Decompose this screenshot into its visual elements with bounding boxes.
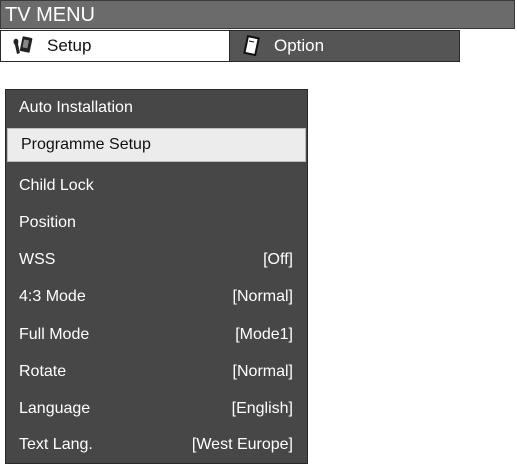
menu-item-full-mode[interactable]: Full Mode [Mode1]	[6, 318, 307, 352]
menu-item-rotate[interactable]: Rotate [Normal]	[6, 355, 307, 389]
option-card-icon	[240, 35, 262, 57]
menu-item-label: WSS	[19, 251, 56, 268]
menu-item-language[interactable]: Language [English]	[6, 392, 307, 426]
menu-item-value: [West Europe]	[191, 436, 293, 453]
menu-item-value: [Off]	[263, 251, 293, 268]
menu-item-label: Rotate	[19, 363, 67, 380]
menu-item-label: 4:3 Mode	[19, 288, 86, 305]
menu-title-bar: TV MENU	[0, 0, 515, 29]
menu-item-text-lang[interactable]: Text Lang. [West Europe]	[6, 428, 307, 462]
menu-item-wss[interactable]: WSS [Off]	[6, 243, 307, 277]
menu-item-label: Auto Installation	[19, 99, 133, 116]
menu-item-label: Language	[19, 400, 91, 417]
menu-item-value: [English]	[231, 400, 293, 417]
menu-item-label: Text Lang.	[19, 436, 93, 453]
menu-item-child-lock[interactable]: Child Lock	[6, 169, 307, 203]
setup-menu-panel: Auto Installation Programme Setup Child …	[5, 89, 308, 464]
menu-item-programme-setup[interactable]: Programme Setup	[7, 128, 306, 162]
menu-item-value: [Normal]	[232, 288, 293, 305]
menu-item-value: [Normal]	[232, 363, 293, 380]
menu-item-auto-installation[interactable]: Auto Installation	[6, 91, 307, 125]
menu-item-label: Full Mode	[19, 326, 90, 343]
menu-item-label: Position	[19, 214, 76, 231]
menu-item-4-3-mode[interactable]: 4:3 Mode [Normal]	[6, 280, 307, 314]
menu-title: TV MENU	[5, 4, 95, 26]
tab-option-label: Option	[274, 36, 325, 55]
tab-option[interactable]: Option	[229, 30, 460, 62]
tab-setup-label: Setup	[47, 36, 92, 55]
setup-tool-icon	[13, 35, 35, 57]
tab-setup[interactable]: Setup	[0, 30, 230, 62]
menu-item-position[interactable]: Position	[6, 206, 307, 240]
tab-bar: Setup Option	[0, 30, 460, 62]
menu-item-label: Programme Setup	[21, 136, 151, 153]
menu-item-value: [Mode1]	[235, 326, 293, 343]
menu-item-label: Child Lock	[19, 177, 94, 194]
